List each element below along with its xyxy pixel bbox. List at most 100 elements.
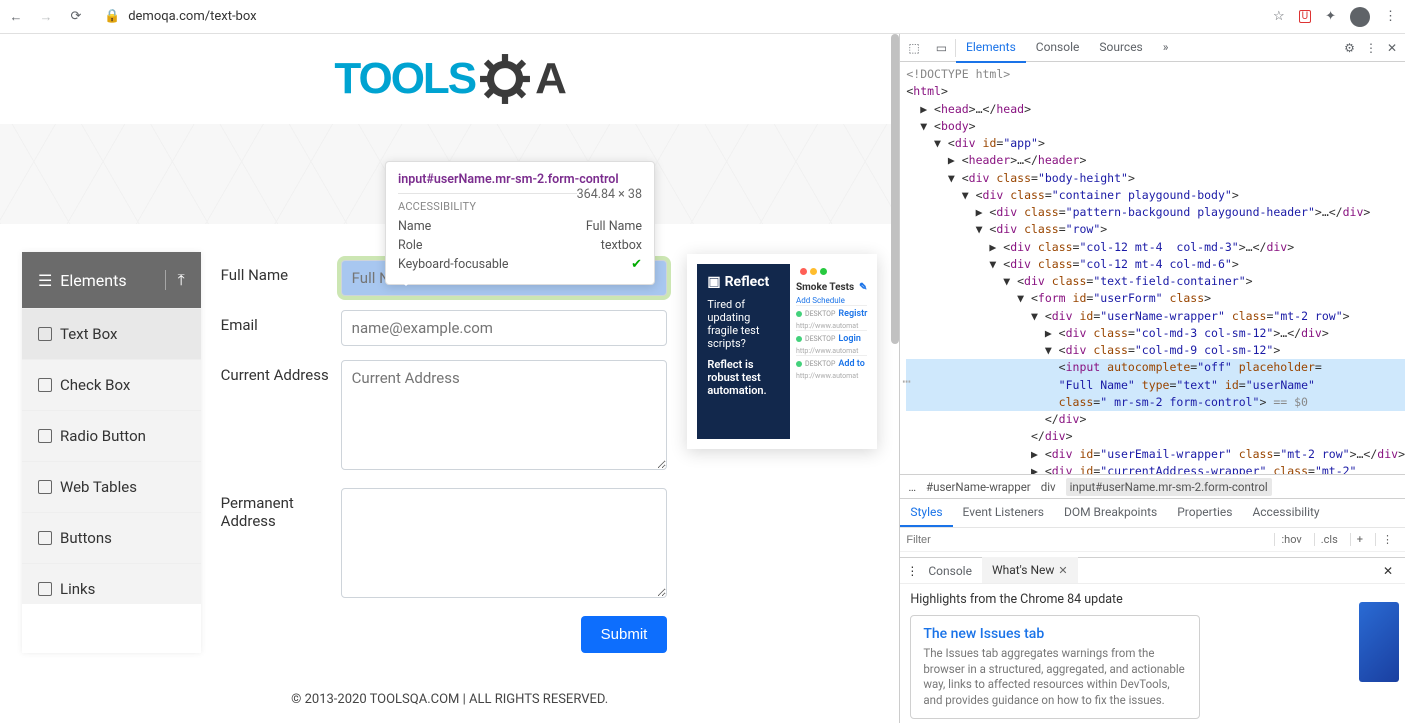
devtools-menu-icon[interactable]: ⋮ xyxy=(1365,41,1377,55)
extensions-icon[interactable]: ✦ xyxy=(1325,9,1336,24)
ad-banner[interactable]: ▣Reflect Tired of updating fragile test … xyxy=(687,254,877,449)
dom-line[interactable]: ▶ <header>…</header> xyxy=(906,152,1405,169)
styles-filter-input[interactable] xyxy=(906,534,1048,546)
dom-line[interactable]: ▼ <div class="container playgound-body"> xyxy=(906,187,1405,204)
dom-line[interactable]: ▶ <div class="pattern-backgound playgoun… xyxy=(906,204,1405,221)
drawer-tab-console[interactable]: Console xyxy=(918,558,982,584)
hov-toggle[interactable]: :hov xyxy=(1274,533,1307,546)
back-button[interactable]: ← xyxy=(8,9,24,25)
tooltip-role-value: textbox xyxy=(601,238,642,253)
dom-line[interactable]: ▼ <div class="text-field-container"> xyxy=(906,273,1405,290)
dom-line[interactable]: ▶ <div id="userEmail-wrapper" class="mt-… xyxy=(906,446,1405,463)
more-icon[interactable]: ⋮ xyxy=(1375,533,1399,546)
fullname-label: Full Name xyxy=(221,260,341,284)
dom-line[interactable]: ▼ <div class="col-12 mt-4 col-md-6"> xyxy=(906,256,1405,273)
footer-text: © 2013-2020 TOOLSQA.COM | ALL RIGHTS RES… xyxy=(0,676,899,723)
permanent-address-textarea[interactable] xyxy=(341,488,668,598)
inspect-element-icon[interactable]: ⬚ xyxy=(900,41,927,55)
dom-line[interactable]: ▶ <div class="col-md-3 col-sm-12">…</div… xyxy=(906,325,1405,342)
dom-line[interactable]: ▼ <div id="userName-wrapper" class="mt-2… xyxy=(906,308,1405,325)
dom-line[interactable]: </div> xyxy=(906,428,1405,445)
dom-line[interactable]: ▼ <div class="body-height"> xyxy=(906,170,1405,187)
sidebar-item-text-box[interactable]: Text Box xyxy=(22,308,201,359)
add-rule-button[interactable]: + xyxy=(1350,533,1369,546)
dom-line[interactable]: ▼ <div id="app"> xyxy=(906,135,1405,152)
drawer-close-icon[interactable]: ✕ xyxy=(1377,564,1399,578)
profile-avatar-icon[interactable] xyxy=(1350,7,1370,27)
breadcrumb-selected[interactable]: input#userName.mr-sm-2.form-control xyxy=(1066,478,1272,496)
breadcrumb[interactable]: #userName-wrapper xyxy=(926,480,1031,494)
dom-line[interactable]: <!DOCTYPE html> xyxy=(906,66,1405,83)
breadcrumb[interactable]: … xyxy=(908,480,916,494)
ad-item-url: http://www.automat xyxy=(796,372,867,380)
address-bar[interactable]: 🔒 demoqa.com/text-box xyxy=(96,9,1261,24)
sidebar-item-label: Web Tables xyxy=(60,478,137,496)
dom-line[interactable]: ▼ <div class="row"> xyxy=(906,221,1405,238)
whatsnew-card[interactable]: The new Issues tab The Issues tab aggreg… xyxy=(910,615,1200,719)
dom-tree[interactable]: ⋯ <!DOCTYPE html><html> ▶ <head>…</head>… xyxy=(900,62,1405,474)
tooltip-selector: input#userName.mr-sm-2.form-control xyxy=(398,172,619,187)
dom-line[interactable]: ▶ <head>…</head> xyxy=(906,101,1405,118)
lock-icon: 🔒 xyxy=(104,9,120,24)
page-scrollbar[interactable] xyxy=(891,34,899,723)
dom-line[interactable]: ▼ <form id="userForm" class> xyxy=(906,290,1405,307)
ad-item-url: http://www.automat xyxy=(796,322,867,330)
styles-tab-properties[interactable]: Properties xyxy=(1167,499,1242,527)
current-address-textarea[interactable] xyxy=(341,360,668,470)
sidebar-item-links[interactable]: Links xyxy=(22,563,201,604)
menu-icon: ☰ xyxy=(38,271,52,290)
permanent-address-label: Permanent Address xyxy=(221,488,341,530)
sidebar-item-web-tables[interactable]: Web Tables xyxy=(22,461,201,512)
tooltip-name-value: Full Name xyxy=(586,219,642,234)
sidebar-item-check-box[interactable]: Check Box xyxy=(22,359,201,410)
extension-icon-red[interactable]: U xyxy=(1299,10,1311,23)
dom-line[interactable]: class=" mr-sm-2 form-control"> == $0 xyxy=(906,394,1405,411)
breadcrumb[interactable]: div xyxy=(1041,480,1056,494)
dom-line[interactable]: ▶ <div id="currentAddress-wrapper" class… xyxy=(906,463,1405,474)
devtools-tab-console[interactable]: Console xyxy=(1026,33,1090,63)
dom-line[interactable]: ▶ <div class="col-12 mt-4 col-md-3">…</d… xyxy=(906,239,1405,256)
star-icon[interactable]: ☆ xyxy=(1273,9,1285,24)
styles-tab-event-listeners[interactable]: Event Listeners xyxy=(953,499,1054,527)
styles-tab-dom-breakpoints[interactable]: DOM Breakpoints xyxy=(1054,499,1167,527)
cls-toggle[interactable]: .cls xyxy=(1314,533,1344,546)
device-toggle-icon[interactable]: ▭ xyxy=(928,41,955,55)
dom-line[interactable]: <html> xyxy=(906,83,1405,100)
dom-line[interactable]: "Full Name" type="text" id="userName" xyxy=(906,377,1405,394)
overflow-indicator[interactable]: ⋯ xyxy=(900,372,910,393)
site-logo[interactable]: TOOLS A xyxy=(334,53,565,105)
devtools-settings-icon[interactable]: ⚙ xyxy=(1344,41,1355,55)
menu-dots-icon[interactable]: ⋮ xyxy=(1384,9,1397,24)
sidebar-item-radio-button[interactable]: Radio Button xyxy=(22,410,201,461)
dom-line[interactable]: <input autocomplete="off" placeholder= xyxy=(906,359,1405,376)
drawer-menu-icon[interactable]: ⋮ xyxy=(906,564,918,578)
tooltip-name-label: Name xyxy=(398,219,431,234)
email-input[interactable] xyxy=(341,310,668,346)
devtools-tab-more[interactable]: » xyxy=(1153,33,1179,63)
close-tab-icon[interactable]: ✕ xyxy=(1058,564,1067,577)
item-icon xyxy=(38,327,52,341)
sidebar-item-buttons[interactable]: Buttons xyxy=(22,512,201,563)
dom-line[interactable]: ▼ <body> xyxy=(906,118,1405,135)
styles-tab-accessibility[interactable]: Accessibility xyxy=(1242,499,1329,527)
sidebar-item-label: Check Box xyxy=(60,376,130,394)
ad-add-schedule: Add Schedule xyxy=(796,296,867,305)
drawer-tab-whatsnew[interactable]: What's New✕ xyxy=(982,557,1078,584)
ad-item-label: Registr xyxy=(838,309,867,319)
styles-tab-styles[interactable]: Styles xyxy=(900,499,952,527)
devtools-tab-elements[interactable]: Elements xyxy=(956,33,1026,63)
sidebar-header[interactable]: ☰ Elements ⤒ xyxy=(22,252,201,308)
item-icon xyxy=(38,378,52,392)
forward-button[interactable]: → xyxy=(38,9,54,25)
devtools-close-icon[interactable]: ✕ xyxy=(1387,41,1397,55)
logo-text-2: A xyxy=(535,54,565,104)
tooltip-role-label: Role xyxy=(398,238,423,253)
sidebar: ☰ Elements ⤒ Text Box Check Box Radio Bu… xyxy=(22,252,201,653)
dom-line[interactable]: ▼ <div class="col-md-9 col-sm-12"> xyxy=(906,342,1405,359)
reload-button[interactable]: ⟳ xyxy=(68,9,84,25)
sidebar-item-label: Links xyxy=(60,580,95,598)
ad-line1: Tired of updating fragile test scripts? xyxy=(707,298,780,350)
devtools-tab-sources[interactable]: Sources xyxy=(1089,33,1152,63)
submit-button[interactable]: Submit xyxy=(581,616,668,653)
dom-line[interactable]: </div> xyxy=(906,411,1405,428)
